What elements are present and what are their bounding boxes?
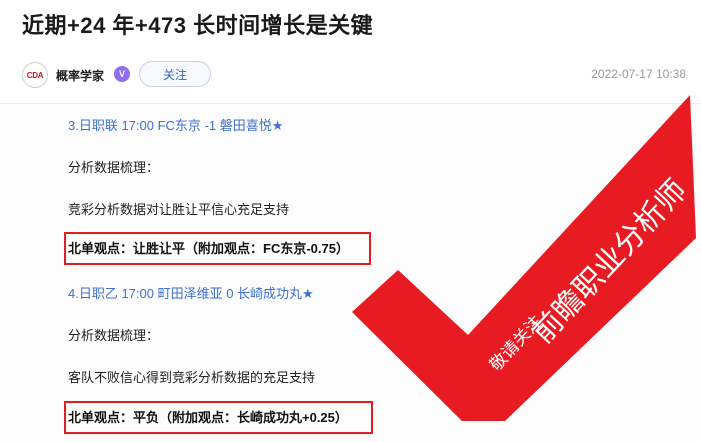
analysis-text: 客队不败信心得到竞彩分析数据的充足支持	[68, 370, 316, 385]
article-title: 近期+24 年+473 长时间增长是关键	[22, 13, 374, 38]
avatar[interactable]: CDA	[22, 62, 48, 88]
analysis-text: 竞彩分析数据对让胜让平信心充足支持	[68, 202, 290, 217]
highlight-box	[64, 401, 373, 434]
analysis-heading: 分析数据梳理：	[68, 160, 160, 175]
article-body: 3.日职联 17:00 FC东京 -1 磐田喜悦★ 分析数据梳理： 竞彩分析数据…	[0, 103, 701, 442]
highlight-box	[64, 232, 371, 265]
publish-timestamp: 2022-07-17 10:38	[591, 67, 686, 81]
author-row: CDA 概率学家 V 关注 2022-07-17 10:38	[22, 60, 688, 90]
match-title: 3.日职联 17:00 FC东京 -1 磐田喜悦★	[68, 118, 284, 133]
vip-badge-icon: V	[114, 66, 130, 82]
follow-button[interactable]: 关注	[139, 61, 211, 87]
match-title: 4.日职乙 17:00 町田泽维亚 0 长崎成功丸★	[68, 286, 314, 301]
analysis-heading: 分析数据梳理：	[68, 328, 160, 343]
avatar-logo: CDA	[26, 70, 44, 80]
author-name[interactable]: 概率学家	[56, 67, 104, 84]
